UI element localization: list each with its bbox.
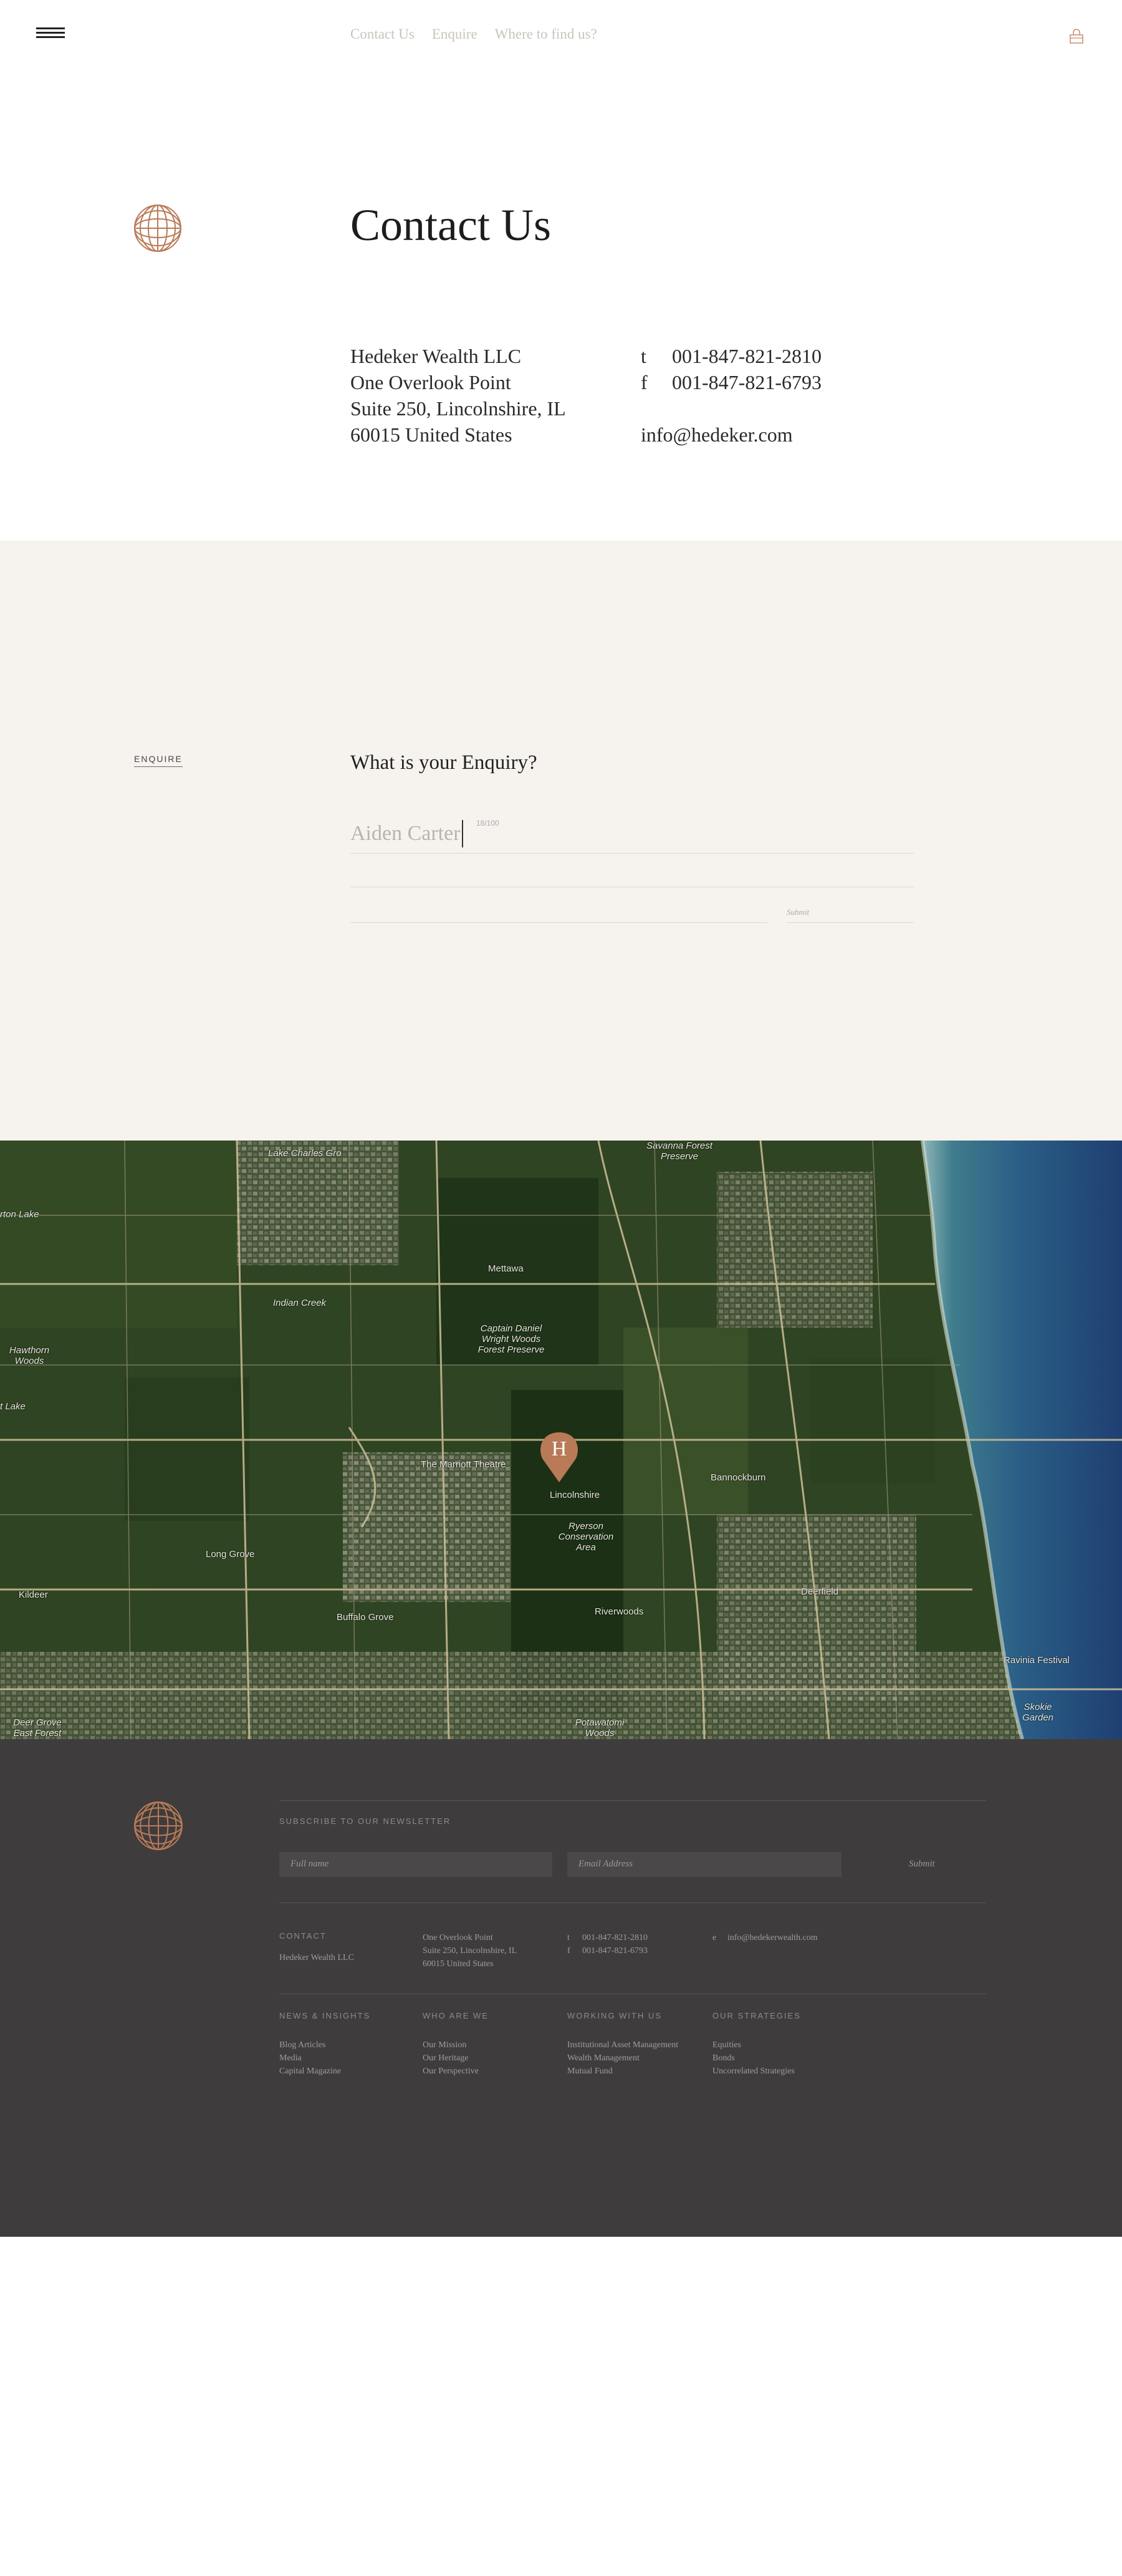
message-input[interactable] [350, 922, 768, 923]
site-footer: SUBSCRIBE TO OUR NEWSLETTER Full name Em… [0, 1739, 1122, 2237]
footer-column-title: WORKING WITH US [567, 2011, 663, 2020]
map-label: Buffalo Grove [337, 1612, 394, 1623]
map-label: Hawthorn Woods [9, 1345, 50, 1366]
contact-phones: t 001-847-821-2810 f 001-847-821-6793 in… [641, 343, 822, 448]
map-label: Riverwoods [595, 1606, 644, 1617]
nav-where-to-find-us[interactable]: Where to find us? [495, 26, 597, 42]
footer-link[interactable]: Uncorrelated Strategies [712, 2065, 795, 2078]
map-label: Lake Charles Gro [268, 1148, 342, 1159]
name-input-value[interactable]: Aiden Carter [350, 820, 463, 847]
character-counter: 18/100 [476, 819, 499, 827]
footer-link[interactable]: Bonds [712, 2052, 795, 2065]
enquiry-section: ENQUIRE What is your Enquiry? Aiden Cart… [0, 541, 1122, 1141]
footer-address: One Overlook Point Suite 250, Lincolnshi… [423, 1933, 517, 1969]
map-label: Savanna Forest Preserve [646, 1141, 712, 1162]
map-label: Mettawa [488, 1263, 524, 1274]
enquiry-submit-button[interactable]: Submit [787, 907, 914, 923]
map-label: Lincolnshire [550, 1490, 600, 1500]
footer-link[interactable]: Wealth Management [567, 2052, 678, 2065]
footer-fax: 001-847-821-6793 [582, 1946, 648, 1956]
fax-label: f [641, 371, 648, 393]
address-line: Hedeker Wealth LLC [350, 345, 522, 367]
footer-email-link[interactable]: info@hedekerwealth.com [727, 1933, 818, 1942]
footer-link[interactable]: Capital Magazine [279, 2065, 341, 2078]
map-label: Potawatomi Woods [575, 1717, 625, 1739]
enquiry-title: What is your Enquiry? [350, 751, 537, 774]
footer-link[interactable]: Our Mission [423, 2038, 479, 2052]
name-input[interactable]: Aiden Carter 18/100 [350, 816, 914, 854]
fullname-input[interactable]: Full name [279, 1852, 552, 1877]
map-label: Bannockburn [711, 1472, 766, 1483]
footer-column-title: NEWS & INSIGHTS [279, 2011, 371, 2020]
phone-label: t [641, 345, 646, 367]
footer-column-title: WHO ARE WE [423, 2011, 489, 2020]
site-header: Contact Us Enquire Where to find us? [0, 0, 1122, 75]
nav-enquire[interactable]: Enquire [432, 26, 477, 42]
email-link[interactable]: info@hedeker.com [641, 423, 793, 446]
map-label: Deer Grove East Forest [13, 1717, 62, 1739]
address-line: Suite 250, Lincolnshire, IL [350, 397, 566, 420]
map-label: t Lake [0, 1401, 26, 1412]
globe-logo-icon [134, 205, 181, 252]
enquiry-label: ENQUIRE [134, 754, 183, 767]
footer-column-links: Equities Bonds Uncorrelated Strategies [712, 2038, 795, 2078]
footer-column-links: Blog Articles Media Capital Magazine [279, 2038, 341, 2078]
page-bottom-space [0, 2237, 1122, 2576]
footer-phone-link[interactable]: 001-847-821-2810 [582, 1933, 648, 1942]
footer-column-title: OUR STRATEGIES [712, 2011, 801, 2020]
map-label: Captain Daniel Wright Woods Forest Prese… [477, 1323, 545, 1355]
footer-phones: t 001-847-821-2810 f 001-847-821-6793 [567, 1933, 648, 1956]
footer-contact-label: CONTACT [279, 1931, 327, 1941]
footer-company-name: Hedeker Wealth LLC [279, 1953, 354, 1962]
page-title: Contact Us [350, 200, 551, 250]
map-marker-letter: H [552, 1437, 567, 1460]
newsletter-submit-button[interactable]: Submit [909, 1859, 935, 1869]
contact-address: Hedeker Wealth LLC One Overlook Point Su… [350, 343, 566, 448]
footer-link[interactable]: Mutual Fund [567, 2065, 678, 2078]
newsletter-label: SUBSCRIBE TO OUR NEWSLETTER [279, 1816, 451, 1826]
footer-link[interactable]: Our Perspective [423, 2065, 479, 2078]
fax-number: 001-847-821-6793 [672, 371, 822, 393]
footer-link[interactable]: Equities [712, 2038, 795, 2052]
map-label: Indian Creek [273, 1298, 327, 1308]
footer-link[interactable]: Institutional Asset Management [567, 2038, 678, 2052]
top-navigation: Contact Us Enquire Where to find us? [350, 26, 597, 42]
footer-link[interactable]: Blog Articles [279, 2038, 341, 2052]
nav-contact-us[interactable]: Contact Us [350, 26, 415, 42]
hamburger-menu-icon[interactable] [36, 27, 65, 41]
map-label: Long Grove [206, 1549, 255, 1560]
footer-email: e info@hedekerwealth.com [712, 1933, 818, 1942]
map-label: Ryerson Conservation Area [558, 1521, 614, 1553]
map-label: Skokie Garden [1022, 1702, 1054, 1723]
newsletter-email-input[interactable]: Email Address [567, 1852, 842, 1877]
footer-column-links: Institutional Asset Management Wealth Ma… [567, 2038, 678, 2078]
footer-divider [279, 1800, 986, 1801]
map-label: Ravinia Festival [1004, 1655, 1070, 1666]
address-line: 60015 United States [350, 423, 512, 446]
footer-globe-logo-icon [134, 1802, 183, 1850]
footer-link[interactable]: Media [279, 2052, 341, 2065]
map-label: rton Lake [0, 1209, 39, 1220]
phone-link[interactable]: 001-847-821-2810 [672, 343, 822, 369]
satellite-map-image: H [0, 1141, 1122, 1739]
location-map[interactable]: H Lake Charles Gro Savanna Forest Preser… [0, 1141, 1122, 1739]
address-line: One Overlook Point [350, 371, 511, 393]
map-label: Kildeer [19, 1589, 48, 1600]
shopping-bag-icon[interactable] [1068, 29, 1085, 45]
map-label: The Marriott Theatre [421, 1459, 506, 1470]
footer-column-links: Our Mission Our Heritage Our Perspective [423, 2038, 479, 2078]
map-label: Deerfield [801, 1586, 839, 1597]
footer-link[interactable]: Our Heritage [423, 2052, 479, 2065]
